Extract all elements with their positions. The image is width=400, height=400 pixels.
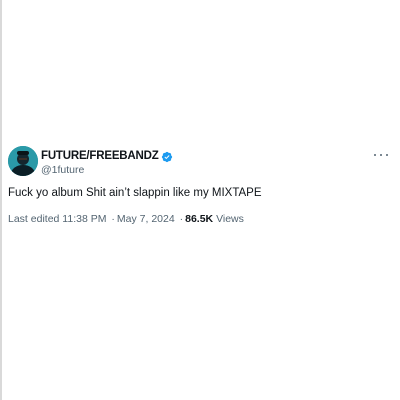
avatar[interactable] (8, 146, 38, 176)
verified-badge-icon[interactable] (161, 150, 173, 163)
author-names: FUTURE/FREEBANDZ @1future (41, 149, 173, 176)
tweet-header: FUTURE/FREEBANDZ @1future (8, 146, 394, 182)
more-dot (379, 153, 383, 157)
avatar-image (8, 146, 38, 176)
display-name[interactable]: FUTURE/FREEBANDZ (41, 150, 159, 162)
more-dot (374, 153, 377, 157)
user-handle[interactable]: @1future (41, 164, 173, 176)
meta-separator: · (111, 213, 115, 225)
tweet-date[interactable]: May 7, 2024 (117, 213, 175, 225)
tweet-time[interactable]: 11:38 PM (62, 213, 106, 225)
tweet-card: FUTURE/FREEBANDZ @1future Fuck yo album … (8, 146, 394, 225)
tweet-metadata: Last edited 11:38 PM · May 7, 2024 · 86.5K… (8, 213, 394, 225)
meta-separator: · (179, 213, 184, 225)
window-edge (0, 0, 2, 400)
display-name-row: FUTURE/FREEBANDZ (41, 149, 173, 163)
more-options-icon[interactable] (374, 150, 388, 160)
edited-label[interactable]: Last edited (8, 213, 59, 225)
views-count[interactable]: 86.5K (185, 213, 213, 225)
views-label[interactable]: Views (216, 213, 244, 225)
more-dot (385, 153, 388, 157)
tweet-text: Fuck yo album Shit ain’t slappin like my… (8, 187, 262, 199)
